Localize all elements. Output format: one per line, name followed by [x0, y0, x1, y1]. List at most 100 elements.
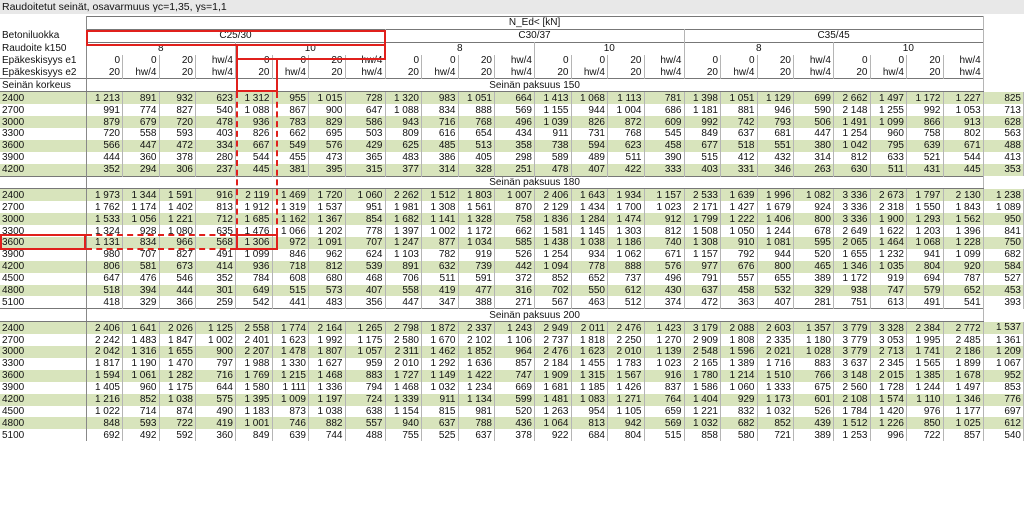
value-cell: 797 [195, 357, 236, 370]
value-cell: 962 [308, 248, 346, 261]
value-cell: 827 [159, 248, 196, 261]
value-cell: 628 [982, 116, 1024, 129]
value-cell: 792 [720, 248, 758, 261]
value-cell: 1 797 [906, 188, 944, 202]
e1-val: 20 [308, 54, 346, 67]
value-cell: 699 [793, 91, 834, 105]
value-cell: 841 [982, 225, 1024, 238]
value-cell: 1 270 [644, 334, 685, 347]
value-cell: 1 586 [683, 381, 721, 394]
value-cell: 900 [308, 104, 346, 117]
value-cell: 496 [494, 116, 535, 129]
value-cell: 403 [195, 128, 236, 140]
value-cell: 722 [906, 429, 944, 442]
value-cell: 1 234 [458, 381, 495, 394]
rebar-0-1: 10 [235, 41, 386, 55]
value-cell: 1 469 [272, 188, 309, 202]
value-cell: 306 [159, 163, 196, 177]
value-cell: 929 [720, 393, 758, 406]
value-cell: 2 401 [235, 334, 273, 347]
value-cell: 542 [235, 296, 273, 309]
value-cell: 2 909 [683, 334, 721, 347]
value-cell: 1 367 [308, 213, 346, 226]
value-cell: 581 [122, 260, 160, 273]
concrete-class-1: C30/37 [384, 28, 685, 43]
value-cell: 960 [870, 128, 907, 140]
value-cell: 1 402 [159, 201, 196, 214]
value-cell: 638 [345, 405, 386, 418]
value-cell: 2 129 [534, 201, 572, 214]
e2-val: hw/4 [943, 66, 984, 79]
value-cell: 1 561 [458, 201, 495, 214]
e2-val: hw/4 [494, 66, 535, 79]
value-cell: 1 396 [943, 225, 984, 238]
e1-val: 0 [870, 54, 907, 67]
value-cell: 916 [195, 188, 236, 202]
value-cell: 1 139 [644, 346, 685, 358]
value-cell: 1 741 [906, 346, 944, 358]
value-cell: 521 [906, 151, 944, 164]
value-cell: 515 [683, 151, 721, 164]
value-cell: 573 [308, 284, 346, 297]
value-cell: 463 [571, 296, 608, 309]
value-cell: 697 [982, 405, 1024, 418]
e1-val: 0 [235, 54, 273, 67]
value-cell: 1 226 [870, 417, 907, 430]
value-cell: 352 [195, 272, 236, 285]
value-cell: 677 [683, 139, 721, 152]
value-cell: 381 [272, 163, 309, 177]
value-cell: 1 057 [345, 346, 386, 358]
value-cell: 2 088 [720, 321, 758, 335]
value-cell: 444 [85, 151, 123, 164]
value-cell: 1 476 [235, 225, 273, 238]
value-cell: 750 [982, 237, 1024, 249]
value-cell: 1 099 [235, 248, 273, 261]
value-cell: 1 177 [943, 405, 984, 418]
value-cell: 1 002 [195, 334, 236, 347]
value-cell: 716 [195, 369, 236, 382]
rebar-2-0: 8 [683, 41, 834, 55]
value-cell: 673 [159, 260, 196, 273]
value-cell: 458 [720, 284, 758, 297]
value-cell: 1 533 [85, 213, 123, 226]
value-cell: 442 [494, 260, 535, 273]
table-row: 4500 647 476 546 352 784 608 680 468 706 511 591 372… [0, 272, 1024, 285]
e1-val: hw/4 [943, 54, 984, 67]
value-cell: 849 [683, 128, 721, 140]
value-cell: 2 673 [870, 188, 907, 202]
e2-val: hw/4 [571, 66, 608, 79]
value-cell: 654 [458, 128, 495, 140]
value-cell: 755 [384, 429, 422, 442]
e2-val: 20 [833, 66, 871, 79]
value-cell: 1 319 [272, 201, 309, 214]
value-cell: 1 213 [85, 91, 123, 105]
table-row: 4200 806 581 673 414 936 718 812 539 891 632 739 442… [0, 260, 1024, 273]
value-cell: 1 032 [683, 417, 721, 430]
value-cell: 2 010 [384, 357, 422, 370]
value-cell: 1 131 [85, 237, 123, 249]
value-cell: 846 [272, 248, 309, 261]
value-cell: 1 455 [571, 357, 608, 370]
value-cell: 1 002 [421, 225, 459, 238]
value-cell: 281 [793, 296, 834, 309]
table-row: 4800 518 394 444 301 649 515 573 407 558 419 477 316… [0, 284, 1024, 297]
table-row: 3300 1 817 1 190 1 470 797 1 988 1 330 1 627 959… [0, 357, 1024, 370]
value-cell: 3 336 [833, 188, 871, 202]
value-cell: 263 [793, 163, 834, 177]
value-cell: 1 641 [122, 321, 160, 335]
value-cell: 465 [793, 260, 834, 273]
value-cell: 2 485 [943, 334, 984, 347]
value-cell: 2 476 [534, 346, 572, 358]
value-cell: 527 [982, 272, 1024, 285]
value-cell: 546 [159, 272, 196, 285]
value-cell: 695 [308, 128, 346, 140]
value-cell: 1 899 [943, 357, 984, 370]
value-cell: 1 162 [272, 213, 309, 226]
value-cell: 1 032 [757, 405, 794, 418]
value-cell: 910 [720, 237, 758, 249]
value-cell: 1 464 [870, 237, 907, 249]
e1-val: 0 [683, 54, 721, 67]
value-cell: 356 [345, 296, 386, 309]
e2-val: hw/4 [870, 66, 907, 79]
value-cell: 1 221 [159, 213, 196, 226]
